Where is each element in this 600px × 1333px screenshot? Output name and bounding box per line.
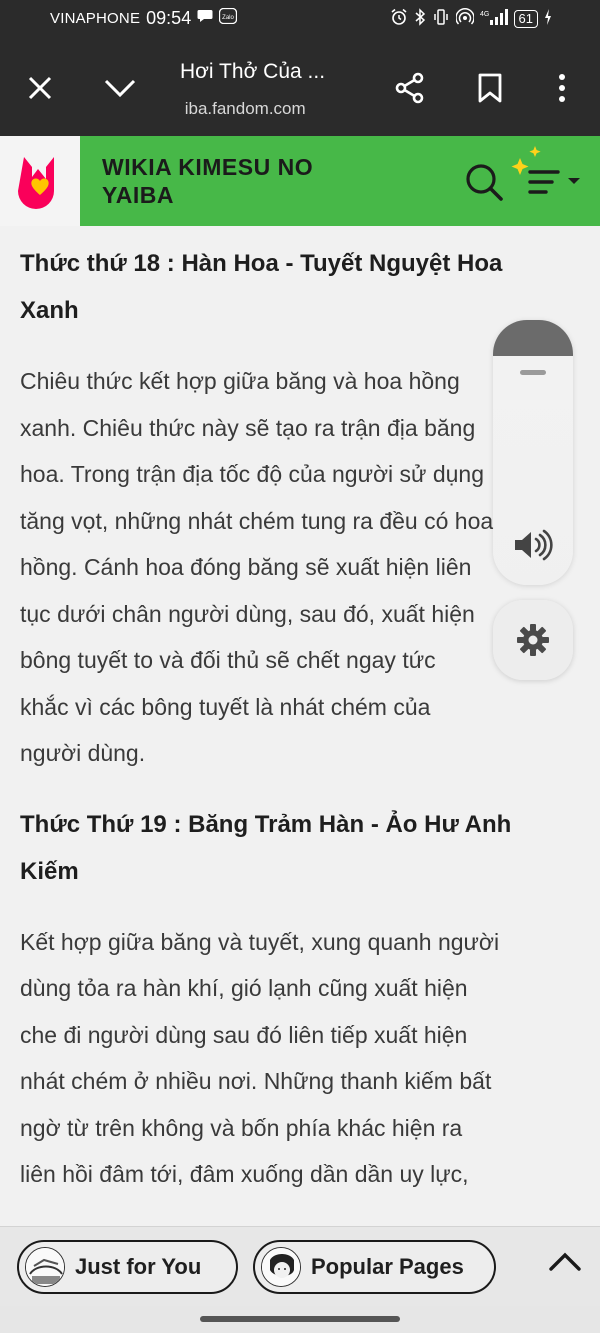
popular-pages-button[interactable]: Popular Pages — [253, 1240, 496, 1294]
system-nav-bar — [0, 1306, 600, 1333]
wiki-name-line2: YAIBA — [102, 182, 174, 208]
hotspot-icon — [454, 8, 475, 29]
fandom-flame-icon — [18, 157, 54, 209]
alarm-icon — [390, 8, 408, 29]
search-button[interactable] — [464, 162, 504, 207]
zalo-icon: Zalo — [219, 7, 238, 29]
wiki-name[interactable]: WIKIA KIMESU NO YAIBA — [102, 153, 313, 209]
section-heading-19: Thức Thứ 19 : Băng Trảm Hàn - Ảo Hư Anh … — [20, 801, 580, 895]
menu-button[interactable] — [508, 146, 588, 211]
just-for-you-button[interactable]: Just for You — [17, 1240, 238, 1294]
heading-line: Xanh — [20, 297, 79, 324]
wiki-title-bar: WIKIA KIMESU NO YAIBA — [80, 136, 600, 226]
fandom-logo[interactable] — [0, 136, 80, 226]
wiki-name-line1: WIKIA KIMESU NO — [102, 154, 314, 180]
avatar — [261, 1247, 301, 1287]
wiki-header: WIKIA KIMESU NO YAIBA — [0, 136, 600, 226]
speaker-icon — [515, 529, 553, 561]
bookmark-icon — [478, 73, 502, 103]
signal-icon: 4G — [480, 8, 508, 29]
more-options-button[interactable] — [542, 68, 582, 108]
charging-icon — [544, 9, 552, 28]
clock: 09:54 — [146, 8, 192, 28]
bookmark-button[interactable] — [470, 68, 510, 108]
chevron-down-icon — [104, 79, 136, 98]
paragraph-line: che đi người dùng sau đó liên tiếp xuất … — [20, 1021, 468, 1048]
home-gesture-handle[interactable] — [200, 1316, 400, 1322]
paragraph-line: khắc vì các bông tuyết là nhát chém của — [20, 693, 431, 720]
paragraph-line: nhát chém ở nhiều nơi. Những thanh kiếm … — [20, 1068, 492, 1094]
paragraph-line: liên hồi đâm tới, đâm xuống dần dần uy l… — [20, 1161, 469, 1187]
close-icon — [28, 76, 52, 100]
manga-thumbnail-icon — [262, 1248, 300, 1286]
status-bar: VINAPHONE 09:54 Zalo 4G 61 — [0, 0, 600, 38]
just-for-you-label: Just for You — [75, 1254, 202, 1279]
collapse-button[interactable] — [100, 68, 140, 108]
section-heading-18: Thức thứ 18 : Hàn Hoa - Tuyết Nguyệt Hoa… — [20, 240, 580, 334]
heading-line: Thức Thứ 19 : Băng Trảm Hàn - Ảo Hư Anh — [20, 810, 512, 838]
section-paragraph-19: Kết hợp giữa băng và tuyết, xung quanh n… — [20, 919, 580, 1198]
more-vertical-icon — [559, 74, 565, 102]
settings-button[interactable] — [493, 600, 573, 680]
paragraph-line: người dùng. — [20, 740, 146, 766]
vibrate-icon — [432, 8, 450, 29]
gear-icon — [517, 624, 549, 656]
share-button[interactable] — [390, 68, 430, 108]
chat-bubble-icon — [197, 9, 213, 28]
heading-line: Thức thứ 18 : Hàn Hoa - Tuyết Nguyệt Hoa — [20, 250, 503, 277]
expand-button[interactable] — [548, 1251, 582, 1278]
svg-text:Zalo: Zalo — [222, 15, 234, 21]
share-icon — [395, 72, 424, 104]
paragraph-line: Kết hợp giữa băng và tuyết, xung quanh n… — [20, 928, 500, 955]
avatar — [25, 1247, 65, 1287]
page-title: Hơi Thở Của ... — [180, 60, 326, 83]
manga-thumbnail-icon — [26, 1248, 64, 1286]
drag-indicator — [520, 370, 546, 375]
search-icon — [466, 164, 503, 201]
read-aloud-panel[interactable] — [493, 320, 573, 585]
close-tab-button[interactable] — [20, 68, 60, 108]
volume-button[interactable] — [513, 528, 553, 567]
paragraph-line: dùng tỏa ra hàn khí, gió lạnh cũng xuất … — [20, 975, 468, 1001]
popular-pages-label: Popular Pages — [311, 1254, 464, 1279]
browser-toolbar: Hơi Thở Của ... iba.fandom.com — [0, 38, 600, 136]
heading-line: Kiếm — [20, 857, 79, 885]
bottom-recommendations-bar: Just for You Popular Pages — [0, 1226, 600, 1306]
sparkle-menu-icon — [511, 146, 580, 194]
battery-indicator: 61 — [513, 9, 538, 28]
url-label[interactable]: iba.fandom.com — [180, 99, 306, 119]
chevron-up-icon — [549, 1252, 581, 1271]
bluetooth-icon — [414, 8, 426, 29]
svg-text:4G: 4G — [480, 11, 489, 18]
carrier-label: VINAPHONE — [50, 10, 141, 27]
paragraph-line: ngờ từ trên không và bốn phía khác hiện … — [20, 1114, 463, 1141]
